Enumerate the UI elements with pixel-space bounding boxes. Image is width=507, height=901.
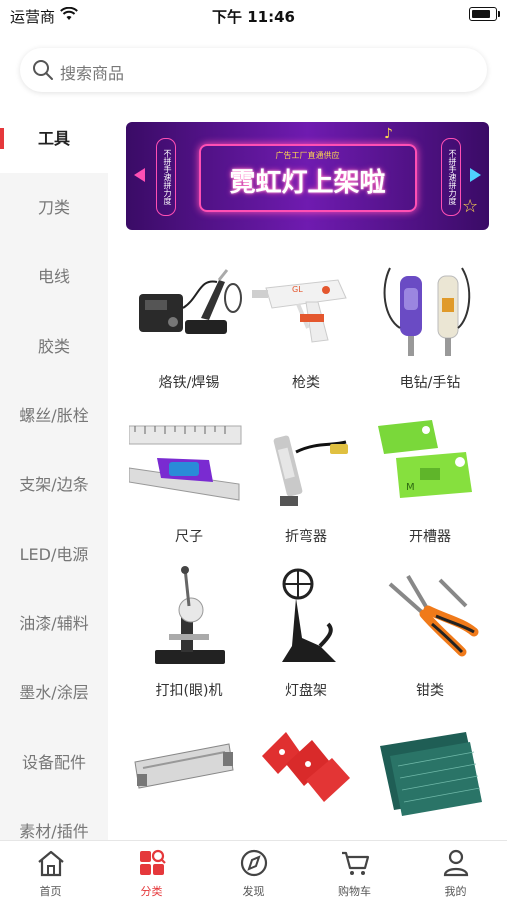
sidebar-item-label: 墨水/涂层 bbox=[19, 683, 89, 702]
tab-label: 首页 bbox=[39, 885, 62, 898]
sidebar-item-wires[interactable]: 电线 bbox=[0, 242, 108, 311]
music-note-icon: ♪ bbox=[384, 126, 393, 142]
sidebar-item-label: 素材/插件 bbox=[19, 822, 89, 840]
cutter-rail-image bbox=[129, 722, 249, 832]
category-label: 烙铁/焊锡 bbox=[158, 375, 220, 391]
category-icon bbox=[137, 849, 167, 877]
sidebar-item-knives[interactable]: 刀类 bbox=[0, 173, 108, 242]
sidebar-item-label: 刀类 bbox=[37, 198, 70, 217]
svg-text:M: M bbox=[406, 482, 415, 493]
bending-tool-image bbox=[246, 412, 366, 522]
electric-screwdriver-image bbox=[370, 258, 490, 368]
home-icon bbox=[36, 849, 66, 877]
sidebar-item-brackets[interactable]: 支架/边条 bbox=[0, 450, 108, 519]
tab-label: 购物车 bbox=[338, 885, 371, 898]
sidebar-item-ink[interactable]: 墨水/涂层 bbox=[0, 658, 108, 727]
cart-icon bbox=[340, 849, 370, 877]
tab-category[interactable]: 分类 bbox=[101, 841, 202, 901]
category-label: 开槽器 bbox=[409, 529, 451, 545]
bottom-tab-bar: 首页 分类 发现 购物车 我的 bbox=[0, 840, 507, 901]
search-icon bbox=[32, 59, 54, 85]
tab-home[interactable]: 首页 bbox=[0, 841, 101, 901]
category-label: 枪类 bbox=[292, 375, 320, 391]
tab-label: 分类 bbox=[140, 885, 163, 898]
glue-gun-image: GL bbox=[246, 258, 366, 368]
pliers-image bbox=[370, 566, 490, 676]
sidebar-item-glue[interactable]: 胶类 bbox=[0, 312, 108, 381]
cutting-mat-image bbox=[370, 722, 490, 832]
ruler-image bbox=[128, 412, 249, 522]
search-placeholder: 搜索商品 bbox=[60, 64, 125, 83]
sidebar-item-label: 电线 bbox=[37, 267, 70, 286]
sidebar-item-label: LED/电源 bbox=[19, 545, 89, 564]
status-time: 下午 11:46 bbox=[212, 8, 295, 26]
tab-profile[interactable]: 我的 bbox=[405, 841, 506, 901]
sidebar-item-screws[interactable]: 螺丝/胀栓 bbox=[0, 381, 108, 450]
reel-stand-image bbox=[246, 566, 366, 676]
tab-discover[interactable]: 发现 bbox=[203, 841, 304, 901]
category-sidebar: 工具 刀类 电线 胶类 螺丝/胀栓 支架/边条 LED/电源 油漆/辅料 墨水/… bbox=[0, 104, 108, 840]
sidebar-item-paint[interactable]: 油漆/辅料 bbox=[0, 589, 108, 658]
search-input[interactable]: 搜索商品 bbox=[20, 48, 487, 92]
sidebar-item-label: 工具 bbox=[37, 129, 70, 148]
sidebar-item-materials[interactable]: 素材/插件 bbox=[0, 797, 108, 840]
category-label: 尺子 bbox=[175, 529, 203, 545]
sidebar-item-label: 支架/边条 bbox=[19, 475, 89, 494]
sidebar-item-label: 油漆/辅料 bbox=[19, 614, 89, 633]
battery-icon bbox=[469, 7, 500, 21]
star-icon: ☆ bbox=[462, 196, 479, 217]
category-label: 电钻/手钻 bbox=[399, 375, 461, 391]
magnets-image bbox=[246, 722, 366, 832]
tab-cart[interactable]: 购物车 bbox=[304, 841, 405, 901]
banner-subtitle: 广告工厂直通供应 bbox=[275, 151, 340, 160]
category-label: 钳类 bbox=[416, 683, 444, 699]
promo-banner[interactable]: 不拼手速拼力度 不拼手速拼力度 广告工厂直通供应 霓虹灯上架啦 ☆ ♪ bbox=[126, 122, 489, 230]
eyelet-machine-image bbox=[129, 566, 249, 676]
status-bar: 运营商 下午 11:46 bbox=[0, 0, 507, 30]
sidebar-item-tools[interactable]: 工具 bbox=[0, 104, 108, 173]
soldering-station-image bbox=[129, 258, 249, 368]
grooving-tool-image: M bbox=[370, 412, 490, 522]
category-label: 灯盘架 bbox=[285, 683, 327, 699]
category-label: 打扣(眼)机 bbox=[155, 683, 223, 699]
svg-text:GL: GL bbox=[292, 285, 303, 294]
user-icon bbox=[441, 849, 471, 877]
sidebar-item-equipment-parts[interactable]: 设备配件 bbox=[0, 728, 108, 797]
compass-icon bbox=[239, 849, 269, 877]
tab-label: 发现 bbox=[242, 885, 265, 898]
banner-title: 霓虹灯上架啦 bbox=[229, 168, 386, 198]
tab-label: 我的 bbox=[444, 885, 467, 898]
sidebar-item-label: 螺丝/胀栓 bbox=[19, 406, 89, 425]
search-area: 搜索商品 bbox=[0, 30, 507, 104]
sidebar-item-led-power[interactable]: LED/电源 bbox=[0, 520, 108, 589]
category-label: 折弯器 bbox=[285, 529, 327, 545]
sidebar-item-label: 胶类 bbox=[37, 337, 70, 356]
sidebar-item-label: 设备配件 bbox=[21, 753, 86, 772]
